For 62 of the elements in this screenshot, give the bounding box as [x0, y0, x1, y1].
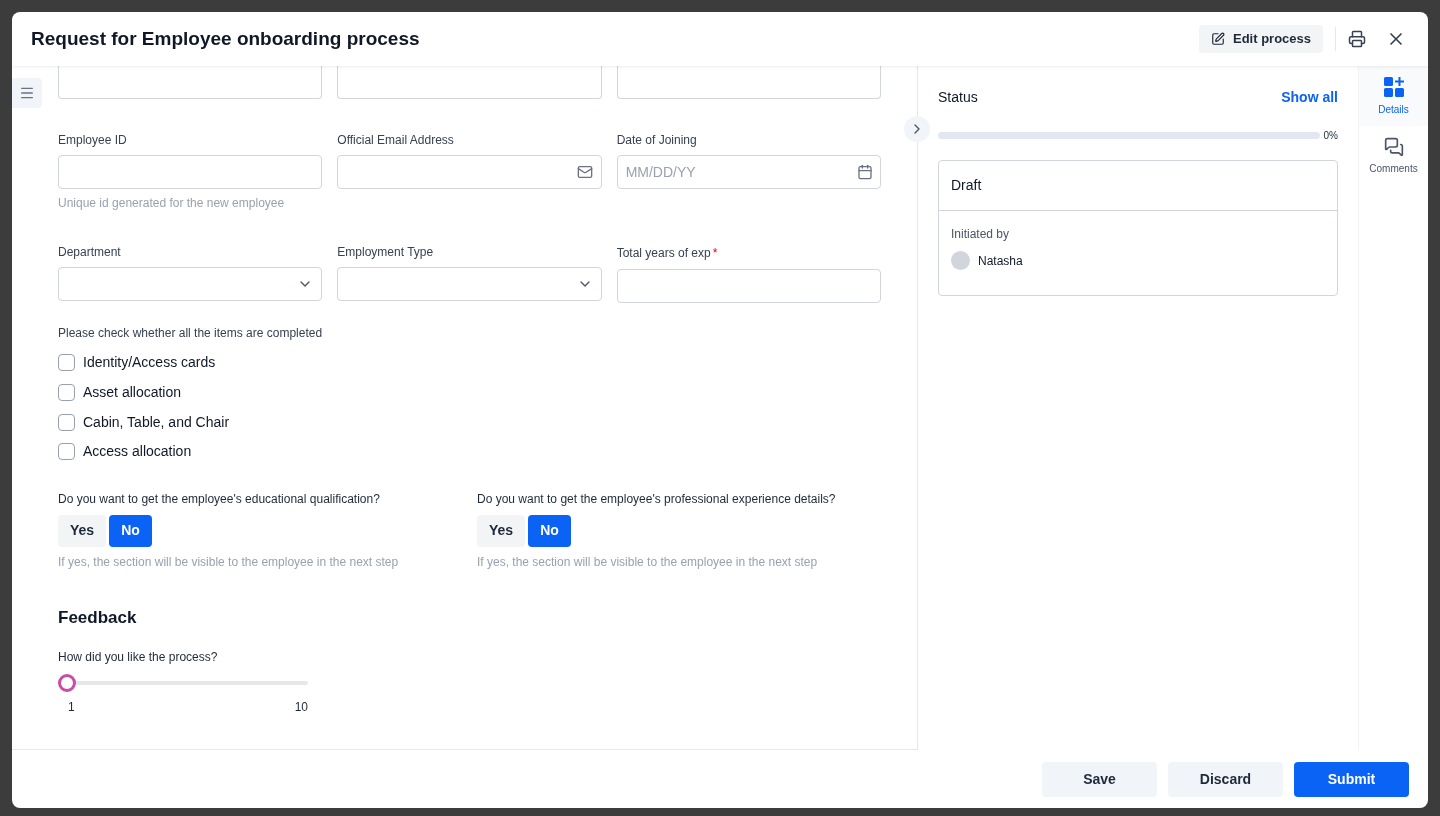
field-label: Total years of exp: [616, 245, 711, 261]
calendar-icon: [857, 164, 873, 180]
field-label: Department: [58, 244, 121, 260]
checkbox-label: Identity/Access cards: [83, 353, 216, 373]
grid-plus-icon: [1382, 75, 1405, 98]
checkbox[interactable]: [58, 384, 75, 402]
footer-button[interactable]: Discard: [1168, 761, 1283, 797]
initiated-label: Initiated by: [951, 226, 1011, 243]
slider-max-label: 10: [294, 699, 308, 717]
progress-reading: 0%: [1323, 129, 1338, 143]
print-icon[interactable]: [1348, 30, 1366, 48]
status-title: Status: [938, 88, 978, 107]
expand-button[interactable]: [904, 116, 930, 142]
field-label: Employment Type: [337, 244, 434, 260]
select-field[interactable]: [337, 267, 602, 301]
toggle-option[interactable]: Yes: [477, 514, 526, 547]
avatar: [951, 251, 970, 270]
question-label: How did you like the process?: [58, 649, 219, 667]
input-field[interactable]: [616, 269, 881, 303]
toggle-option[interactable]: No: [528, 514, 571, 547]
input-field[interactable]: [337, 66, 602, 99]
toggle-option[interactable]: Yes: [58, 514, 107, 547]
helper-text: If yes, the section will be visible to the employee in the next step: [477, 553, 819, 571]
helper-text: Unique id generated for the new employee: [58, 195, 286, 211]
chat-bubbles-icon: [1383, 136, 1404, 157]
menu-icon: [19, 85, 35, 101]
mail-icon: [576, 164, 593, 180]
helper-text: If yes, the section will be visible to the employee in the next step: [58, 553, 400, 571]
rail-tab[interactable]: Details: [1359, 66, 1428, 126]
slider-thumb[interactable]: [58, 674, 76, 693]
rail-tab[interactable]: Comments: [1359, 126, 1428, 186]
checkbox-label: Cabin, Table, and Chair: [83, 412, 230, 432]
input-field[interactable]: [58, 155, 323, 189]
show-all-link[interactable]: Show all: [1281, 87, 1338, 108]
checklist-title: Please check whether all the items are completed: [58, 325, 324, 342]
required-mark: *: [712, 245, 718, 262]
input-field[interactable]: [58, 66, 323, 99]
select-field[interactable]: [58, 267, 323, 301]
footer-button[interactable]: Save: [1042, 761, 1157, 797]
field-label: Official Email Address: [337, 132, 454, 148]
edit-icon: [1210, 32, 1225, 46]
section-title: Feedback: [58, 606, 138, 629]
user-name: Natasha: [978, 252, 1023, 270]
question-label: Do you want to get the employee's professional experience details?: [477, 490, 837, 508]
dialog-title: Request for Employee onboarding process: [31, 26, 421, 51]
checkbox[interactable]: [58, 443, 75, 461]
status-state: Draft: [939, 161, 1337, 211]
field-label: Date of Joining: [616, 132, 697, 148]
field-label: Employee ID: [58, 132, 127, 148]
menu-button[interactable]: [12, 78, 42, 108]
checkbox[interactable]: [58, 413, 75, 431]
question-label: Do you want to get the employee's educational qualification?: [58, 490, 381, 508]
footer-button[interactable]: Submit: [1294, 761, 1409, 797]
input-field[interactable]: [337, 155, 602, 189]
toggle-option[interactable]: No: [109, 514, 152, 547]
checkbox[interactable]: [58, 354, 75, 372]
edit-process-button[interactable]: Edit process: [1198, 25, 1323, 53]
input-field[interactable]: [616, 66, 881, 99]
checkbox-label: Access allocation: [83, 442, 192, 462]
slider-min-label: 1: [68, 699, 75, 717]
date-field[interactable]: MM/DD/YY: [616, 155, 881, 189]
checkbox-label: Asset allocation: [83, 383, 182, 403]
